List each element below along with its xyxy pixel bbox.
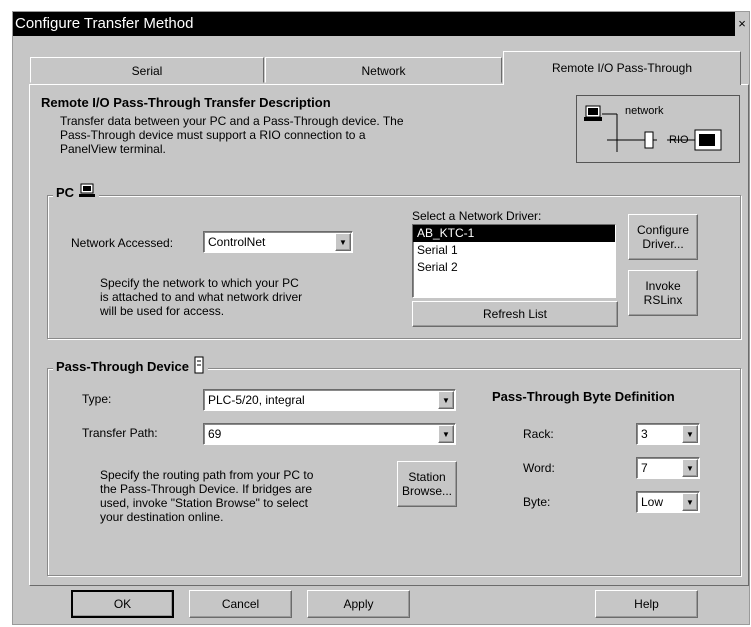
description-line-2: Pass-Through device must support a RIO c… bbox=[60, 128, 366, 142]
pt-help-line-3: used, invoke "Station Browse" to select bbox=[100, 496, 308, 510]
network-accessed-label: Network Accessed: bbox=[71, 236, 174, 250]
ok-button[interactable]: OK bbox=[71, 590, 174, 618]
tab-remote-io-label: Remote I/O Pass-Through bbox=[551, 61, 693, 75]
window-title: Configure Transfer Method bbox=[15, 15, 194, 32]
driver-item[interactable]: AB_KTC-1 bbox=[413, 225, 615, 242]
pc-group-title: PC bbox=[53, 183, 99, 200]
chevron-down-icon[interactable]: ▼ bbox=[438, 425, 454, 443]
tab-remote-io[interactable]: Remote I/O Pass-Through bbox=[503, 51, 741, 85]
help-button[interactable]: Help bbox=[595, 590, 698, 618]
close-icon[interactable]: × bbox=[735, 12, 749, 36]
pass-through-group: Pass-Through Device Type: PLC-5/20, inte… bbox=[47, 356, 741, 576]
apply-button[interactable]: Apply bbox=[307, 590, 410, 618]
pt-help-line-1: Specify the routing path from your PC to bbox=[100, 468, 314, 482]
driver-list[interactable]: AB_KTC-1 Serial 1 Serial 2 bbox=[412, 224, 616, 298]
pass-through-group-title-text: Pass-Through Device bbox=[56, 359, 189, 374]
cancel-button[interactable]: Cancel bbox=[189, 590, 292, 618]
pc-help-line-2: is attached to and what network driver bbox=[100, 290, 303, 304]
diagram-network-label: network bbox=[625, 105, 664, 117]
pt-help-line-2: the Pass-Through Device. If bridges are bbox=[100, 482, 313, 496]
chevron-down-icon[interactable]: ▼ bbox=[682, 493, 698, 511]
network-accessed-value: ControlNet bbox=[208, 235, 266, 249]
ok-label: OK bbox=[113, 597, 132, 611]
tab-network-label: Network bbox=[361, 64, 406, 78]
byte-label: Byte: bbox=[523, 495, 551, 509]
type-select[interactable]: PLC-5/20, integral ▼ bbox=[203, 389, 456, 411]
invoke-rslinx-label-2: RSLinx bbox=[643, 293, 683, 307]
computer-icon bbox=[78, 183, 95, 197]
word-value: 7 bbox=[641, 461, 648, 475]
pc-group-title-text: PC bbox=[56, 185, 75, 200]
refresh-list-label: Refresh List bbox=[482, 307, 548, 321]
diagram-rio-label: RIO bbox=[669, 134, 689, 146]
rack-label: Rack: bbox=[523, 427, 554, 441]
byte-value: Low bbox=[641, 495, 664, 509]
type-label: Type: bbox=[82, 392, 112, 406]
word-label: Word: bbox=[523, 461, 555, 475]
description-line-3: PanelView terminal. bbox=[60, 142, 166, 156]
description-heading: Remote I/O Pass-Through Transfer Descrip… bbox=[41, 95, 331, 110]
transfer-path-select[interactable]: 69 ▼ bbox=[203, 423, 456, 445]
chevron-down-icon[interactable]: ▼ bbox=[682, 459, 698, 477]
word-select[interactable]: 7 ▼ bbox=[636, 457, 700, 479]
byte-select[interactable]: Low ▼ bbox=[636, 491, 700, 513]
configure-driver-label-1: Configure bbox=[636, 223, 690, 237]
invoke-rslinx-label-1: Invoke bbox=[645, 279, 681, 293]
pc-group: PC Network Accessed: ControlNet ▼ Specif… bbox=[47, 183, 741, 339]
rio-diagram: network RIO bbox=[576, 95, 740, 163]
apply-label: Apply bbox=[343, 597, 374, 611]
title-bar[interactable]: Configure Transfer Method × bbox=[13, 12, 749, 36]
byte-definition-title: Pass-Through Byte Definition bbox=[492, 389, 675, 404]
station-browse-label-1: Station bbox=[408, 470, 446, 484]
pass-through-group-title: Pass-Through Device bbox=[53, 356, 208, 374]
pt-help-line-4: your destination online. bbox=[100, 510, 224, 524]
pc-help-line-3: will be used for access. bbox=[100, 304, 225, 318]
driver-item[interactable]: Serial 1 bbox=[413, 242, 615, 259]
invoke-rslinx-button[interactable]: Invoke RSLinx bbox=[628, 270, 698, 316]
station-browse-button[interactable]: Station Browse... bbox=[397, 461, 457, 507]
transfer-path-label: Transfer Path: bbox=[82, 426, 158, 440]
refresh-list-button[interactable]: Refresh List bbox=[412, 301, 618, 327]
device-icon bbox=[194, 356, 204, 374]
network-accessed-select[interactable]: ControlNet ▼ bbox=[203, 231, 353, 253]
type-value: PLC-5/20, integral bbox=[208, 393, 305, 407]
rack-value: 3 bbox=[641, 427, 648, 441]
pc-help-line-1: Specify the network to which your PC bbox=[100, 276, 299, 290]
chevron-down-icon[interactable]: ▼ bbox=[438, 391, 454, 409]
tab-network[interactable]: Network bbox=[265, 57, 502, 83]
driver-item[interactable]: Serial 2 bbox=[413, 259, 615, 276]
rack-select[interactable]: 3 ▼ bbox=[636, 423, 700, 445]
configure-driver-label-2: Driver... bbox=[642, 237, 684, 251]
driver-list-label: Select a Network Driver: bbox=[412, 209, 542, 223]
transfer-path-value: 69 bbox=[208, 427, 222, 441]
tab-serial[interactable]: Serial bbox=[30, 57, 264, 83]
tab-panel: Remote I/O Pass-Through Transfer Descrip… bbox=[29, 84, 749, 586]
help-label: Help bbox=[634, 597, 659, 611]
chevron-down-icon[interactable]: ▼ bbox=[335, 233, 351, 251]
cancel-label: Cancel bbox=[221, 597, 260, 611]
chevron-down-icon[interactable]: ▼ bbox=[682, 425, 698, 443]
configure-driver-button[interactable]: Configure Driver... bbox=[628, 214, 698, 260]
station-browse-label-2: Browse... bbox=[401, 484, 452, 498]
configure-transfer-dialog: Configure Transfer Method × Serial Netwo… bbox=[12, 11, 750, 625]
description-line-1: Transfer data between your PC and a Pass… bbox=[60, 114, 404, 128]
tab-serial-label: Serial bbox=[131, 64, 163, 78]
